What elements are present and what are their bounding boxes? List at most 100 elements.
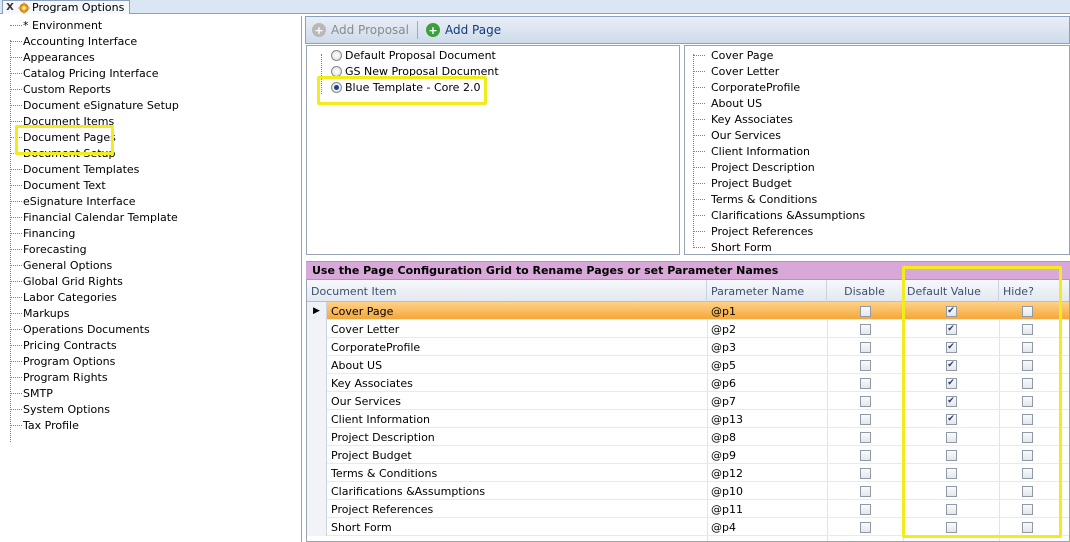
tree-item[interactable]: Markups	[10, 305, 290, 321]
checkbox-unchecked[interactable]	[1021, 413, 1033, 425]
tree-item[interactable]: Labor Categories	[10, 289, 290, 305]
tree-item[interactable]: Financing	[10, 225, 290, 241]
close-icon[interactable]: X	[3, 2, 17, 13]
page-list-item[interactable]: About US	[693, 95, 762, 111]
tree-item[interactable]: Document eSignature Setup	[10, 97, 290, 113]
cell-document-item[interactable]: Key Associates	[331, 374, 707, 392]
document-option[interactable]: Default Proposal Document	[331, 47, 496, 63]
tree-item[interactable]: Document Templates	[10, 161, 290, 177]
row-indicator[interactable]	[307, 392, 327, 410]
tree-item[interactable]: Document Pages	[10, 129, 290, 145]
page-list-item[interactable]: Terms & Conditions	[693, 191, 817, 207]
checkbox-unchecked[interactable]	[1021, 503, 1033, 515]
row-indicator[interactable]	[307, 500, 327, 518]
checkbox-unchecked[interactable]	[1021, 359, 1033, 371]
tree-item[interactable]: System Options	[10, 401, 290, 417]
row-indicator[interactable]	[307, 410, 327, 428]
checkbox-checked[interactable]: ✔	[945, 359, 957, 371]
document-option[interactable]: GS New Proposal Document	[331, 63, 499, 79]
cell-document-item[interactable]: Client Information	[331, 410, 707, 428]
column-header-hide[interactable]: Hide?	[999, 280, 1069, 302]
row-indicator[interactable]	[307, 518, 327, 536]
cell-parameter-name[interactable]: @p1	[711, 302, 827, 320]
table-row[interactable]: ▶ Cover Page @p1 ✔	[307, 302, 1069, 320]
checkbox-unchecked[interactable]	[859, 395, 871, 407]
table-row[interactable]: Terms & Conditions @p12	[307, 464, 1069, 482]
page-list-item[interactable]: Short Form	[693, 239, 772, 255]
table-row[interactable]: Project Description @p8	[307, 428, 1069, 446]
column-header-default-value[interactable]: Default Value	[903, 280, 999, 302]
tree-item[interactable]: Global Grid Rights	[10, 273, 290, 289]
checkbox-unchecked[interactable]	[1021, 341, 1033, 353]
checkbox-unchecked[interactable]	[1021, 521, 1033, 533]
cell-document-item[interactable]: Project Description	[331, 428, 707, 446]
tree-item[interactable]: Catalog Pricing Interface	[10, 65, 290, 81]
cell-parameter-name[interactable]: @p13	[711, 410, 827, 428]
tree-item[interactable]: General Options	[10, 257, 290, 273]
tree-item[interactable]: Appearances	[10, 49, 290, 65]
cell-document-item[interactable]: About US	[331, 356, 707, 374]
tree-item[interactable]: Tax Profile	[10, 417, 290, 433]
tree-item[interactable]: * Environment	[10, 17, 290, 33]
cell-document-item[interactable]: Short Form	[331, 518, 707, 536]
radio-button[interactable]	[331, 65, 342, 77]
tree-item[interactable]: Operations Documents	[10, 321, 290, 337]
checkbox-checked[interactable]: ✔	[945, 377, 957, 389]
table-row[interactable]: Clarifications &Assumptions @p10	[307, 482, 1069, 500]
tree-item[interactable]: Program Options	[10, 353, 290, 369]
checkbox-unchecked[interactable]	[859, 377, 871, 389]
checkbox-unchecked[interactable]	[859, 485, 871, 497]
checkbox-checked[interactable]: ✔	[945, 323, 957, 335]
cell-document-item[interactable]: Project Budget	[331, 446, 707, 464]
checkbox-unchecked[interactable]	[1021, 305, 1033, 317]
page-list-item[interactable]: Project References	[693, 223, 813, 239]
cell-parameter-name[interactable]: @p12	[711, 464, 827, 482]
checkbox-checked[interactable]: ✔	[945, 413, 957, 425]
row-indicator[interactable]	[307, 356, 327, 374]
column-header-document-item[interactable]: Document Item	[307, 280, 707, 302]
page-list-item[interactable]: Clarifications &Assumptions	[693, 207, 865, 223]
cell-document-item[interactable]: Project References	[331, 500, 707, 518]
page-list-item[interactable]: CorporateProfile	[693, 79, 800, 95]
tree-item[interactable]: Custom Reports	[10, 81, 290, 97]
cell-parameter-name[interactable]: @p5	[711, 356, 827, 374]
cell-document-item[interactable]: Our Services	[331, 392, 707, 410]
checkbox-unchecked[interactable]	[1021, 467, 1033, 479]
checkbox-unchecked[interactable]	[945, 521, 957, 533]
tree-item[interactable]: Forecasting	[10, 241, 290, 257]
cell-parameter-name[interactable]: @p10	[711, 482, 827, 500]
table-row[interactable]: CorporateProfile @p3 ✔	[307, 338, 1069, 356]
page-list-item[interactable]: Key Associates	[693, 111, 793, 127]
checkbox-unchecked[interactable]	[945, 431, 957, 443]
cell-parameter-name[interactable]: @p8	[711, 428, 827, 446]
checkbox-checked[interactable]: ✔	[945, 305, 957, 317]
add-proposal-button[interactable]: + Add Proposal	[312, 23, 409, 37]
cell-parameter-name[interactable]: @p11	[711, 500, 827, 518]
tree-item[interactable]: Document Text	[10, 177, 290, 193]
column-header-disable[interactable]: Disable	[827, 280, 903, 302]
checkbox-unchecked[interactable]	[1021, 449, 1033, 461]
checkbox-checked[interactable]: ✔	[945, 341, 957, 353]
cell-parameter-name[interactable]: @p2	[711, 320, 827, 338]
cell-document-item[interactable]: Clarifications &Assumptions	[331, 482, 707, 500]
page-list-item[interactable]: Project Description	[693, 159, 815, 175]
table-row[interactable]: Project Budget @p9	[307, 446, 1069, 464]
checkbox-unchecked[interactable]	[859, 503, 871, 515]
checkbox-unchecked[interactable]	[1021, 431, 1033, 443]
table-row[interactable]: Project References @p11	[307, 500, 1069, 518]
radio-button[interactable]	[331, 49, 342, 61]
tree-item[interactable]: SMTP	[10, 385, 290, 401]
row-indicator[interactable]	[307, 338, 327, 356]
tree-item[interactable]: Document Setup	[10, 145, 290, 161]
page-list-item[interactable]: Cover Letter	[693, 63, 779, 79]
table-row[interactable]: Cover Letter @p2 ✔	[307, 320, 1069, 338]
row-indicator[interactable]: ▶	[307, 302, 327, 320]
page-list-item[interactable]: Client Information	[693, 143, 810, 159]
table-row[interactable]: Client Information @p13 ✔	[307, 410, 1069, 428]
checkbox-unchecked[interactable]	[859, 449, 871, 461]
tree-item[interactable]: eSignature Interface	[10, 193, 290, 209]
checkbox-unchecked[interactable]	[1021, 485, 1033, 497]
table-row[interactable]: Our Services @p7 ✔	[307, 392, 1069, 410]
checkbox-unchecked[interactable]	[859, 323, 871, 335]
row-indicator[interactable]	[307, 374, 327, 392]
